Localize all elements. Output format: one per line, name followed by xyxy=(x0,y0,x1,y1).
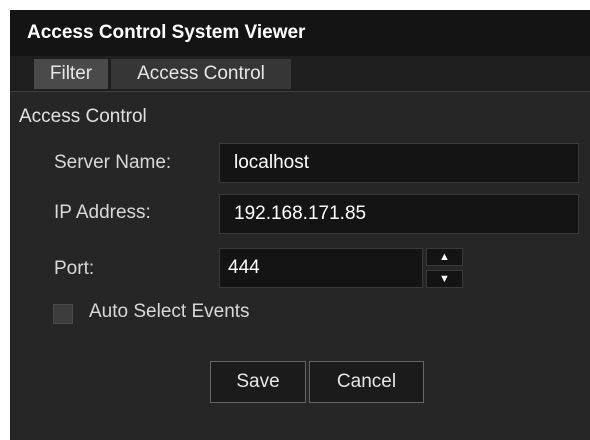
tab-filter[interactable]: Filter xyxy=(34,59,108,89)
triangle-down-icon: ▼ xyxy=(439,273,450,285)
server-name-input[interactable] xyxy=(219,143,579,183)
window-title: Access Control System Viewer xyxy=(10,10,590,56)
port-input[interactable] xyxy=(219,248,423,288)
save-button[interactable]: Save xyxy=(210,361,306,403)
port-label: Port: xyxy=(54,258,95,279)
ip-address-label: IP Address: xyxy=(54,202,151,223)
tab-bar: Filter Access Control xyxy=(10,56,590,92)
section-title: Access Control xyxy=(19,106,147,127)
ip-address-input[interactable] xyxy=(219,194,579,234)
auto-select-events-label[interactable]: Auto Select Events xyxy=(89,301,250,323)
auto-select-events-checkbox[interactable] xyxy=(53,304,73,324)
server-name-label: Server Name: xyxy=(54,152,172,173)
port-increment-button[interactable]: ▲ xyxy=(426,248,463,266)
port-decrement-button[interactable]: ▼ xyxy=(426,270,463,288)
cancel-button[interactable]: Cancel xyxy=(309,361,424,403)
access-control-window: Access Control System Viewer Filter Acce… xyxy=(10,10,590,440)
tab-access-control[interactable]: Access Control xyxy=(111,59,291,89)
triangle-up-icon: ▲ xyxy=(439,251,450,263)
